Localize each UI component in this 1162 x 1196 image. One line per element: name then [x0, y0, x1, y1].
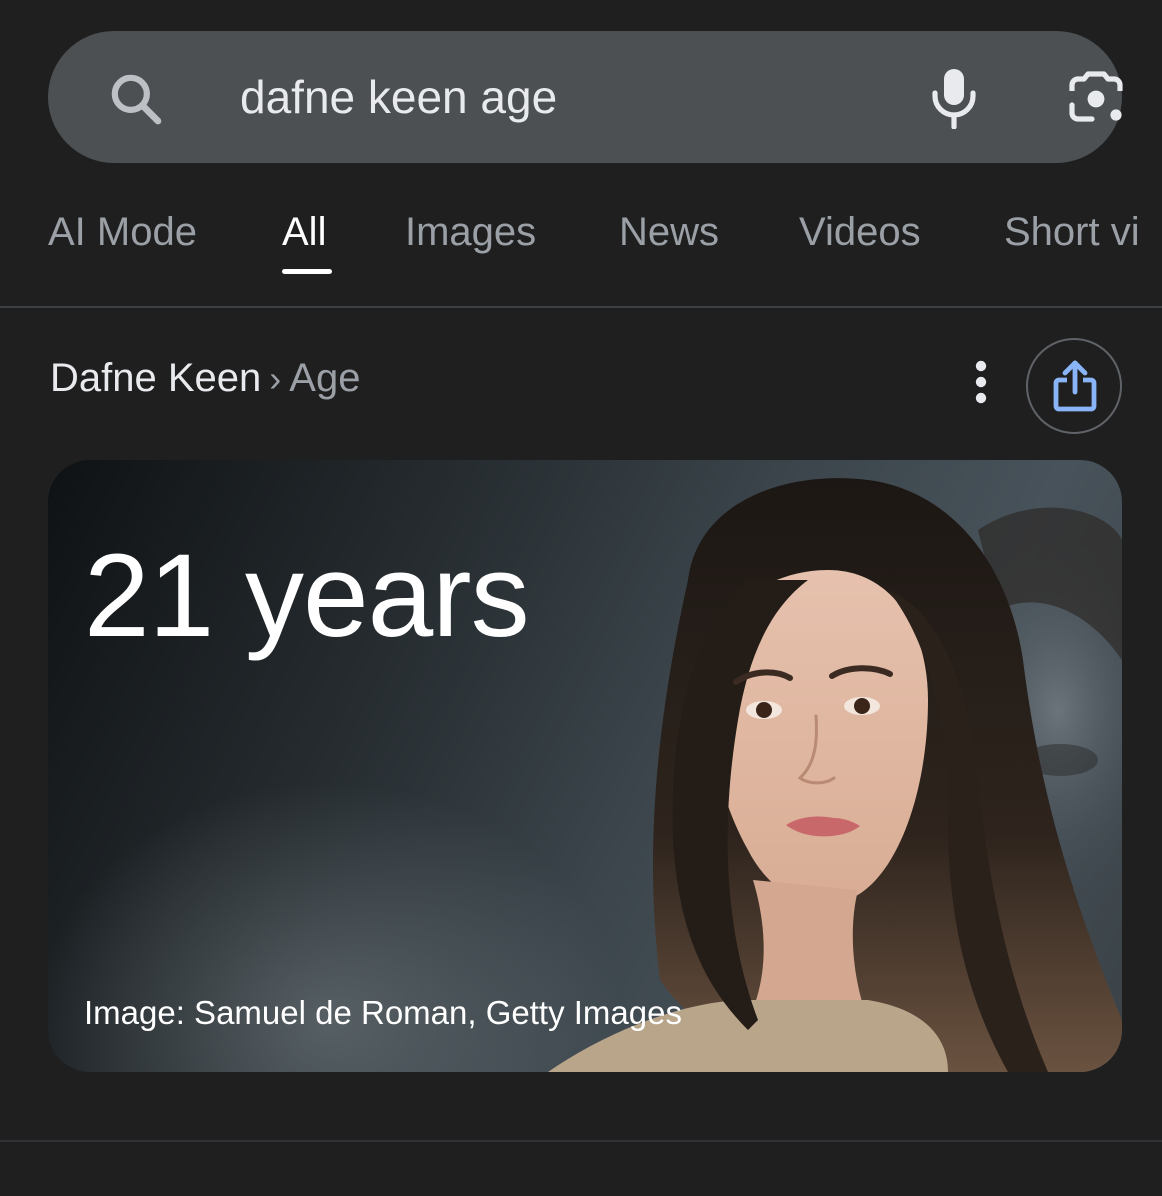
- tab-all[interactable]: All: [282, 210, 326, 255]
- microphone-icon[interactable]: [928, 67, 980, 129]
- tab-news[interactable]: News: [619, 210, 719, 255]
- breadcrumb-entity[interactable]: Dafne Keen: [50, 356, 261, 400]
- tab-ai-mode[interactable]: AI Mode: [48, 210, 197, 255]
- search-input[interactable]: dafne keen age: [240, 70, 557, 124]
- breadcrumb-separator: ›: [269, 358, 282, 399]
- breadcrumb: Dafne Keen › Age: [50, 356, 360, 401]
- share-icon: [1053, 360, 1097, 412]
- google-lens-icon[interactable]: [1066, 71, 1128, 127]
- search-tabs: AI Mode All Images News Videos Short vi: [0, 198, 1162, 308]
- answer-card[interactable]: 21 years Image: Samuel de Roman, Getty I…: [48, 460, 1122, 1072]
- breadcrumb-attribute: Age: [289, 356, 361, 400]
- share-button[interactable]: [1026, 338, 1122, 434]
- tab-videos[interactable]: Videos: [799, 210, 921, 255]
- more-vertical-icon[interactable]: [968, 360, 994, 404]
- search-icon[interactable]: [105, 68, 167, 130]
- tab-short-videos[interactable]: Short vi: [1004, 210, 1140, 255]
- answer-value: 21 years: [84, 530, 530, 662]
- tab-images[interactable]: Images: [405, 210, 536, 255]
- active-tab-indicator: [282, 269, 332, 274]
- image-credit: Image: Samuel de Roman, Getty Images: [84, 994, 682, 1031]
- search-bar[interactable]: dafne keen age: [48, 31, 1123, 163]
- section-divider: [0, 1140, 1162, 1142]
